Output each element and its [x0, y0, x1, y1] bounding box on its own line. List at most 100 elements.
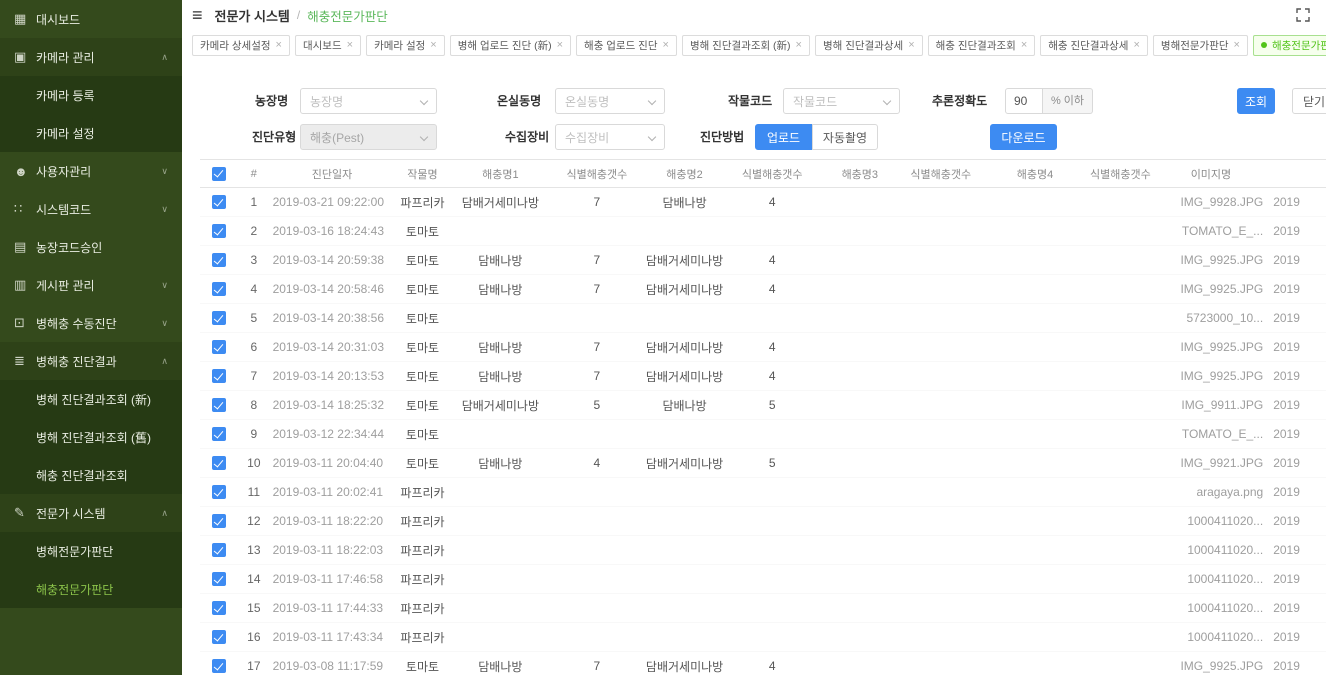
sidebar-item-12[interactable]: 병해 진단결과조회 (舊) — [0, 418, 182, 456]
table-row: 52019-03-14 20:38:56토마토5723000_10...2019 — [200, 304, 1326, 333]
method-upload-button[interactable]: 업로드 — [755, 124, 812, 150]
row-checkbox[interactable] — [212, 456, 226, 470]
tab-10[interactable]: 병해전문가판단× — [1153, 35, 1248, 56]
cell: 담배나방 — [645, 188, 725, 217]
menu-toggle-icon[interactable]: ≡ — [192, 6, 203, 24]
close-icon[interactable]: × — [347, 39, 353, 51]
row-checkbox[interactable] — [212, 195, 226, 209]
diagnosis-type-select[interactable]: 해충(Pest) — [300, 124, 437, 150]
row-checkbox[interactable] — [212, 340, 226, 354]
users-icon: ☻ — [14, 164, 36, 179]
cell — [645, 217, 725, 246]
greenhouse-select[interactable]: 온실동명 — [555, 88, 665, 114]
sidebar-item-14[interactable]: ✎전문가 시스템∧ — [0, 494, 182, 532]
sidebar-item-1[interactable]: ▦대시보드 — [0, 0, 182, 38]
tab-8[interactable]: 해충 진단결과조회× — [928, 35, 1036, 56]
close-icon[interactable]: × — [276, 39, 282, 51]
row-checkbox[interactable] — [212, 543, 226, 557]
cell — [452, 304, 549, 333]
close-icon[interactable]: × — [1133, 39, 1139, 51]
greenhouse-select-value: 온실동명 — [565, 93, 609, 110]
close-icon[interactable]: × — [557, 39, 563, 51]
row-checkbox[interactable] — [212, 630, 226, 644]
tab-4[interactable]: 병해 업로드 진단 (新)× — [450, 35, 571, 56]
row-checkbox[interactable] — [212, 224, 226, 238]
row-checkbox[interactable] — [212, 572, 226, 586]
device-select[interactable]: 수집장비 — [555, 124, 665, 150]
tab-bar: 카메라 상세설정×대시보드×카메라 설정×병해 업로드 진단 (新)×해충 업로… — [182, 31, 1326, 59]
close-icon[interactable]: × — [796, 39, 802, 51]
fullscreen-icon[interactable] — [1296, 8, 1310, 22]
sidebar-item-4[interactable]: 카메라 설정 — [0, 114, 182, 152]
cell: 2019-03-11 17:44:33 — [271, 594, 394, 623]
cell — [820, 565, 900, 594]
download-button[interactable]: 다운로드 — [990, 124, 1057, 150]
close-icon[interactable]: × — [1234, 39, 1240, 51]
cell: 2019 — [1269, 594, 1326, 623]
sidebar-item-13[interactable]: 해충 진단결과조회 — [0, 456, 182, 494]
sidebar-item-16[interactable]: 해충전문가판단 — [0, 570, 182, 608]
crop-code-select[interactable]: 작물코드 — [783, 88, 900, 114]
close-icon[interactable]: × — [430, 39, 436, 51]
tab-2[interactable]: 대시보드× — [295, 35, 361, 56]
tab-7[interactable]: 병해 진단결과상세× — [815, 35, 923, 56]
cell — [1088, 304, 1153, 333]
cell: 2019 — [1269, 565, 1326, 594]
sidebar-item-6[interactable]: ∷시스템코드∨ — [0, 190, 182, 228]
farm-select[interactable]: 농장명 — [300, 88, 437, 114]
row-checkbox[interactable] — [212, 514, 226, 528]
cell — [1088, 623, 1153, 652]
sidebar-item-8[interactable]: ▥게시판 관리∨ — [0, 266, 182, 304]
tab-label: 카메라 상세설정 — [200, 38, 271, 53]
row-checkbox[interactable] — [212, 311, 226, 325]
row-checkbox[interactable] — [212, 282, 226, 296]
sidebar-item-9[interactable]: ⊡병해충 수동진단∨ — [0, 304, 182, 342]
cell: IMG_9925.JPG — [1153, 652, 1270, 675]
chevron-down-icon — [648, 97, 656, 105]
search-button[interactable]: 조회 — [1237, 88, 1275, 114]
close-icon[interactable]: × — [663, 39, 669, 51]
close-icon[interactable]: × — [1021, 39, 1027, 51]
row-checkbox[interactable] — [212, 398, 226, 412]
column-header: 식별해충갯수 — [549, 160, 645, 188]
sidebar-item-5[interactable]: ☻사용자관리∨ — [0, 152, 182, 190]
sidebar-item-10[interactable]: ≣병해충 진단결과∧ — [0, 342, 182, 380]
cell: 파프리카 — [393, 565, 451, 594]
cell — [820, 449, 900, 478]
cell — [549, 420, 645, 449]
sidebar-item-2[interactable]: ▣카메라 관리∧ — [0, 38, 182, 76]
row-checkbox[interactable] — [212, 369, 226, 383]
cell — [549, 507, 645, 536]
sidebar-item-11[interactable]: 병해 진단결과조회 (新) — [0, 380, 182, 418]
method-auto-button[interactable]: 자동촬영 — [812, 124, 878, 150]
select-all-checkbox[interactable] — [212, 167, 226, 181]
row-checkbox[interactable] — [212, 253, 226, 267]
accuracy-input[interactable] — [1005, 88, 1043, 114]
cell: 11 — [237, 478, 270, 507]
tab-1[interactable]: 카메라 상세설정 × — [192, 35, 290, 56]
tab-6[interactable]: 병해 진단결과조회 (新)× — [682, 35, 810, 56]
close-icon[interactable]: × — [908, 39, 914, 51]
cell — [724, 304, 820, 333]
row-checkbox[interactable] — [212, 485, 226, 499]
tab-3[interactable]: 카메라 설정× — [366, 35, 445, 56]
sidebar-item-15[interactable]: 병해전문가판단 — [0, 532, 182, 570]
tab-5[interactable]: 해충 업로드 진단× — [576, 35, 677, 56]
cell — [982, 594, 1088, 623]
sidebar-item-label: 전문가 시스템 — [36, 505, 157, 522]
cell: 10 — [237, 449, 270, 478]
cell: 토마토 — [393, 304, 451, 333]
row-checkbox-cell — [200, 536, 237, 565]
tab-11[interactable]: 해충전문가판단× — [1253, 35, 1326, 56]
row-checkbox[interactable] — [212, 659, 226, 673]
cell: 토마토 — [393, 420, 451, 449]
cell — [1088, 362, 1153, 391]
close-button[interactable]: 닫기 — [1292, 88, 1326, 114]
row-checkbox[interactable] — [212, 427, 226, 441]
row-checkbox[interactable] — [212, 601, 226, 615]
sidebar-item-3[interactable]: 카메라 등록 — [0, 76, 182, 114]
cell: 토마토 — [393, 217, 451, 246]
tab-9[interactable]: 해충 진단결과상세× — [1040, 35, 1148, 56]
sidebar-item-7[interactable]: ▤농장코드승인 — [0, 228, 182, 266]
cell — [1088, 246, 1153, 275]
